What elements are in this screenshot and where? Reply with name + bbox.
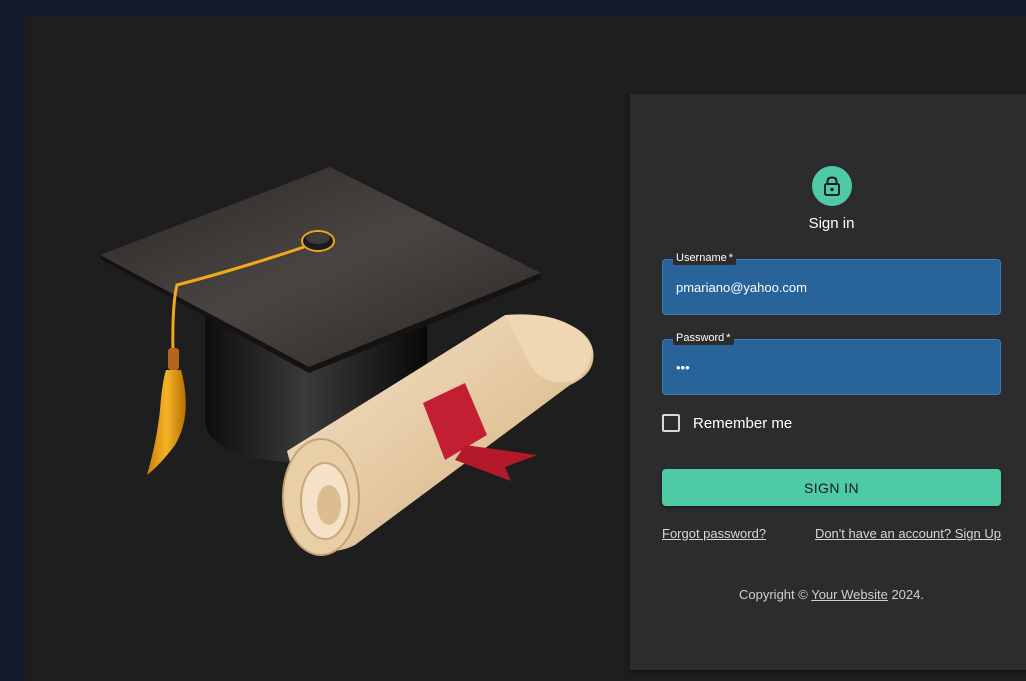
avatar xyxy=(812,166,852,206)
password-field[interactable]: Password * xyxy=(662,331,1001,395)
signin-card: Sign in Username* Password* Remember me … xyxy=(630,94,1026,670)
main-panel: Sign in Username* Password* Remember me … xyxy=(25,15,1026,681)
sign-in-button[interactable]: SIGN IN xyxy=(662,469,1001,506)
password-input[interactable] xyxy=(663,340,1000,394)
copyright: Copyright © Your Website 2024. xyxy=(739,587,924,602)
page-title: Sign in xyxy=(808,215,855,232)
lock-icon xyxy=(824,176,840,196)
remember-me-label: Remember me xyxy=(693,414,793,432)
username-field[interactable]: Username * xyxy=(662,251,1001,315)
remember-me-checkbox[interactable] xyxy=(662,414,680,432)
graduation-cap-diploma-illustration xyxy=(100,167,594,556)
remember-me[interactable]: Remember me xyxy=(662,414,792,432)
website-link[interactable]: Your Website xyxy=(811,587,888,602)
forgot-password-link[interactable]: Forgot password? xyxy=(662,526,766,541)
username-input[interactable] xyxy=(663,260,1000,314)
sign-up-link[interactable]: Don't have an account? Sign Up xyxy=(815,526,1001,541)
